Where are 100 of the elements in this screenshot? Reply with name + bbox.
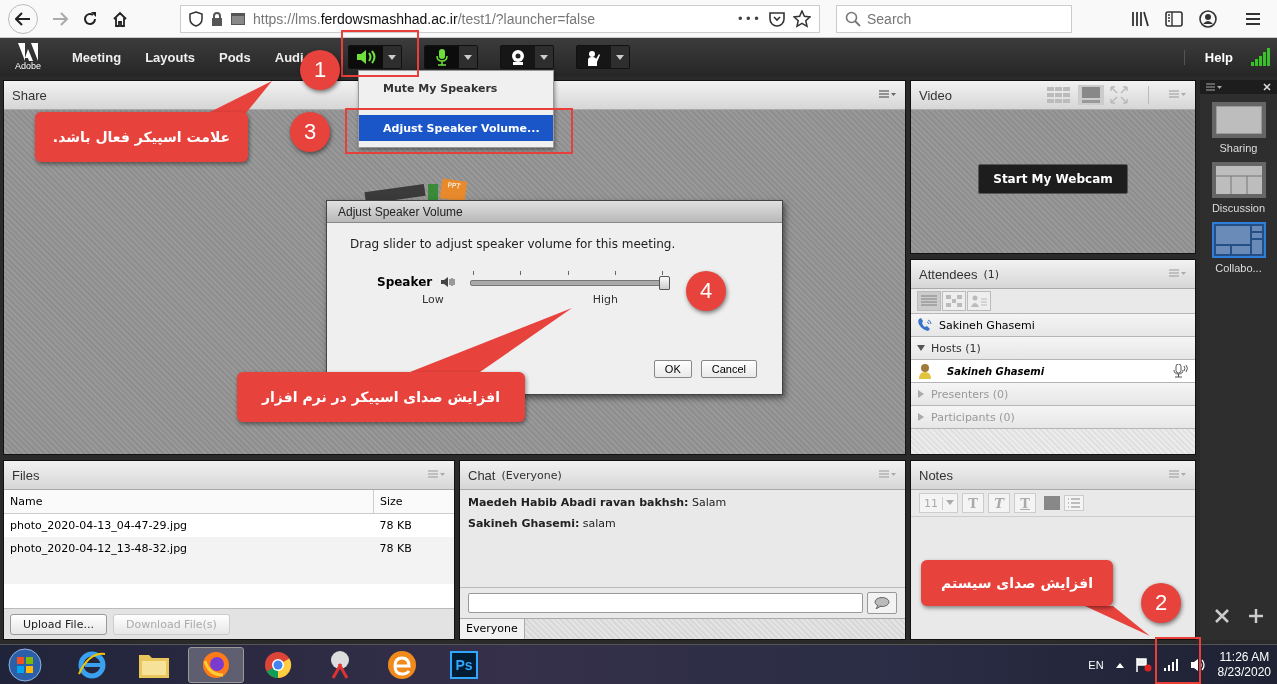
slider-label: Speaker [377,275,433,289]
home-icon[interactable] [112,10,128,27]
layout-thumbnail[interactable] [1211,162,1266,198]
pod-title: Share [12,87,47,103]
send-button[interactable] [867,592,897,614]
slider-max-label: High [592,293,618,306]
pocket-icon[interactable] [769,10,785,27]
speaker-icon [355,49,376,65]
search-icon [845,10,861,27]
search-field[interactable]: Search [836,4,1072,33]
dialog-title: Adjust Speaker Volume [327,201,782,223]
caret-icon [615,54,624,60]
close-icon[interactable] [1263,83,1271,91]
pod-title: Chat [468,467,496,483]
menu-item[interactable]: Pods [218,49,251,65]
table-cell: photo_2020-04-13_04-47-29.jpg [4,513,374,537]
flag-icon[interactable] [1135,658,1152,672]
attendee-count: (1) [983,267,1000,281]
slider-thumb[interactable] [659,276,671,290]
library-icon[interactable] [1131,10,1149,27]
firefox-icon [202,651,230,679]
shield-icon [189,10,203,27]
host-icon [917,363,933,379]
collapsed-triangle-icon [917,413,925,421]
caret-icon [463,54,472,60]
menu-item[interactable]: Mute My Speakers [359,75,553,101]
speaker-toggle[interactable] [347,45,402,69]
table-cell: 78 KB [373,537,454,560]
sidebar-icon[interactable] [1165,10,1183,27]
microphone-icon [434,48,449,66]
expanded-triangle-icon [917,344,925,352]
speaker-icon [440,276,457,288]
reload-icon[interactable] [82,10,98,27]
url-text: https://lms.ferdowsmashhad.ac.ir/test1/?launcher=false [253,10,596,27]
pod-title: Attendees [919,266,978,282]
add-icon[interactable] [1247,608,1264,624]
back-arrow-icon [15,11,31,26]
e-logo-icon [387,650,417,680]
language-indicator[interactable]: EN [1088,659,1104,671]
chat-message: Sakineh Ghasemi: salam [468,517,617,530]
attendee-group[interactable]: Hosts (1) [911,337,1195,360]
microphone-icon [1173,364,1189,378]
star-icon[interactable] [793,9,811,28]
pod-title: Video [919,87,952,103]
pod-menu-icon[interactable] [879,90,897,100]
layout-thumbnail[interactable] [1211,102,1266,138]
volume-slider[interactable] [470,271,667,293]
volume-icon[interactable] [1189,658,1206,672]
pod-menu-icon[interactable] [1206,82,1222,92]
collapsed-triangle-icon [917,390,925,398]
speech-bubble-icon [874,597,890,609]
help-menu[interactable]: Help [1183,49,1233,65]
highlight-frame [1155,637,1201,684]
webcam-icon [509,49,526,65]
column-header[interactable]: Name [4,490,374,514]
caret-icon [387,54,396,60]
dialog-button[interactable]: OK [653,360,692,378]
attendee-name: Sakineh Ghasemi [947,365,1045,377]
dialog-button[interactable]: Cancel [700,360,757,378]
layout-label: Collabo... [1215,262,1262,274]
table-cell: photo_2020-04-12_13-48-32.jpg [4,537,374,560]
account-icon[interactable] [1199,9,1217,28]
dialog-message: Drag slider to adjust speaker volume for this meeting. [349,236,677,251]
show-hidden-icons[interactable] [1115,662,1124,668]
clock[interactable]: 11:26 AM 8/23/2020 [1217,650,1271,680]
chat-input[interactable] [468,593,863,613]
network-icon[interactable] [1163,659,1178,671]
address-bar[interactable]: https://lms.ferdowsmashhad.ac.ir/test1/?launcher=false ••• [180,4,820,33]
webcam-toggle[interactable] [499,45,554,69]
menu-item[interactable]: Adjust Speaker Volume... [359,115,553,141]
photoshop-icon: Ps [450,651,478,679]
browser-e-icon [77,650,107,680]
menu-icon[interactable] [1245,11,1261,26]
taskbar-app[interactable]: Ps [436,647,492,683]
pod-title: Notes [919,467,953,483]
file-button[interactable]: Upload File... [10,613,107,635]
caret-icon [943,500,957,506]
chrome-icon [264,651,292,679]
page-icon [231,12,245,25]
column-header[interactable]: Size [373,490,454,514]
phone-icon [917,318,933,332]
layout-label: Sharing [1219,142,1258,154]
adobe-logo: Adobe [8,43,48,71]
chat-audience: (Everyone) [501,468,562,482]
tools-icon[interactable] [1213,608,1230,624]
hand-toggle[interactable] [575,45,630,69]
chat-tab[interactable]: Everyone [460,619,525,639]
slider-min-label: Low [422,293,444,306]
table-cell: 78 KB [373,513,454,537]
start-button[interactable] [8,648,42,682]
caret-icon [539,54,548,60]
text-color-swatch[interactable] [1044,496,1060,510]
menu-item[interactable]: Meeting [72,49,122,65]
pod-title: Files [12,467,40,483]
more-actions[interactable]: ••• [736,11,761,26]
layout-thumbnail[interactable] [1211,222,1266,258]
attendee-name: Sakineh Ghasemi [939,318,1035,332]
menu-item[interactable]: Layouts [145,49,195,65]
start-webcam-button[interactable]: Start My Webcam [978,164,1128,194]
microphone-toggle[interactable] [423,45,478,69]
